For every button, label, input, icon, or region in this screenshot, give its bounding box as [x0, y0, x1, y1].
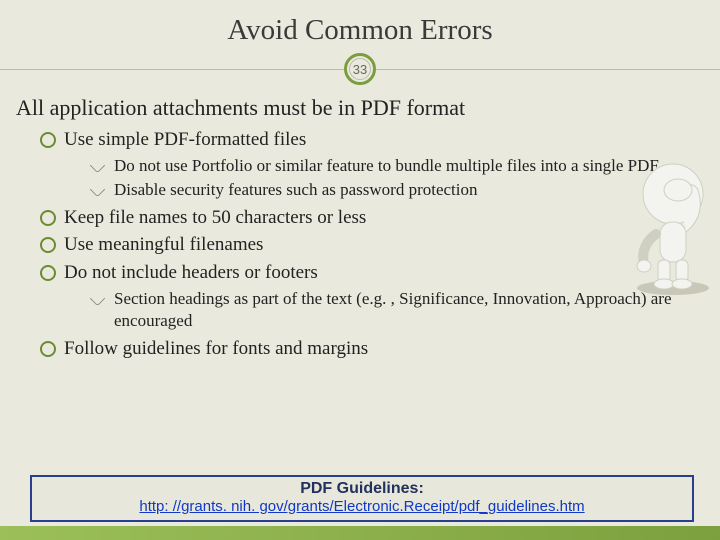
sub-list: Do not use Portfolio or similar feature … [92, 155, 698, 201]
bullet-text: Do not use Portfolio or similar feature … [114, 156, 659, 175]
bullet-text: Use simple PDF-formatted files [64, 129, 306, 150]
divider: 33 [22, 53, 698, 87]
slide: Avoid Common Errors 33 All application a… [0, 0, 720, 540]
bullet-text: Do not include headers or footers [64, 262, 318, 283]
list-item: Follow guidelines for fonts and margins [40, 336, 698, 362]
list-item: Keep file names to 50 characters or less [40, 205, 698, 231]
content-area: Use simple PDF-formatted files Do not us… [22, 127, 698, 362]
page-number: 33 [353, 62, 367, 77]
bullet-list: Use simple PDF-formatted files Do not us… [40, 127, 698, 362]
list-item: Use simple PDF-formatted files Do not us… [40, 127, 698, 201]
footer-link[interactable]: http: //grants. nih. gov/grants/Electron… [139, 498, 584, 515]
bullet-text: Section headings as part of the text (e.… [114, 289, 672, 330]
page-number-badge: 33 [344, 53, 376, 85]
sub-list: Section headings as part of the text (e.… [92, 288, 698, 332]
list-item: Do not include headers or footers Sectio… [40, 260, 698, 332]
bullet-text: Use meaningful filenames [64, 234, 263, 255]
list-item: Do not use Portfolio or similar feature … [92, 155, 698, 177]
bullet-text: Disable security features such as passwo… [114, 180, 478, 199]
list-item: Section headings as part of the text (e.… [92, 288, 698, 332]
slide-title: Avoid Common Errors [22, 14, 698, 47]
slide-subtitle: All application attachments must be in P… [16, 95, 698, 121]
footer-callout: PDF Guidelines: http: //grants. nih. gov… [30, 475, 694, 522]
bullet-text: Keep file names to 50 characters or less [64, 207, 366, 228]
bottom-accent-bar [0, 526, 720, 540]
list-item: Disable security features such as passwo… [92, 179, 698, 201]
bullet-text: Follow guidelines for fonts and margins [64, 338, 368, 359]
footer-title: PDF Guidelines: [38, 480, 686, 498]
list-item: Use meaningful filenames [40, 232, 698, 258]
